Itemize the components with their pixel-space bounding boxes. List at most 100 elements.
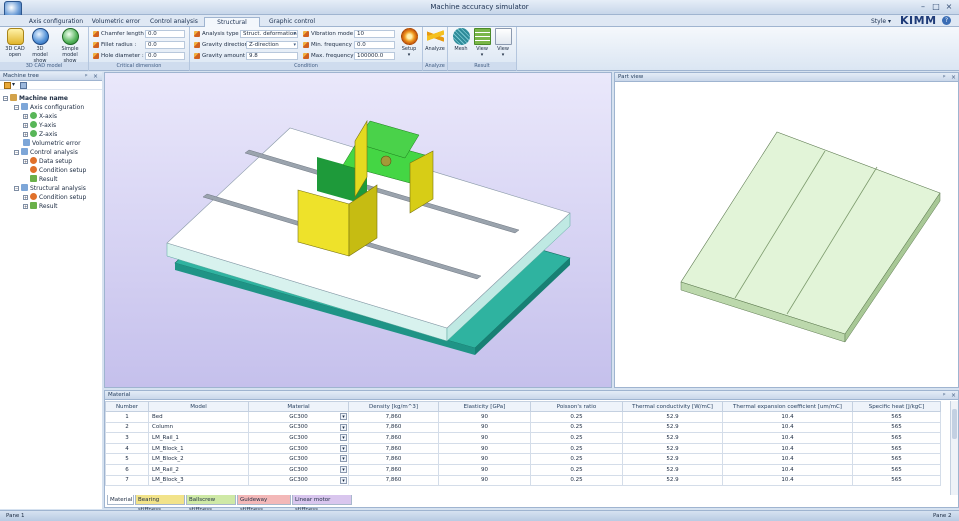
table-cell[interactable]: 52.9 <box>622 453 723 465</box>
expand-icon[interactable]: + <box>23 132 28 137</box>
fillet-radius-field[interactable]: Fillet radius : 0.0 <box>93 40 187 50</box>
tab-graphic-control[interactable]: Graphic control <box>266 17 318 27</box>
table-row[interactable]: 6 LM_Rail_2 GC300 ▾ 7,860 90 0.25 52.9 10.4 565 <box>105 463 941 476</box>
table-cell[interactable]: 5 <box>105 453 149 465</box>
table-cell[interactable]: 565 <box>852 474 941 487</box>
table-cell[interactable]: 0.25 <box>530 474 623 487</box>
table-cell[interactable]: LM_Block_1 <box>148 442 249 455</box>
model-show-button[interactable]: 3D model show <box>28 28 52 64</box>
minimize-icon[interactable]: – <box>918 2 928 12</box>
table-cell[interactable]: LM_Rail_2 <box>148 463 249 476</box>
material-grid[interactable]: Number Model Material Density [kg/m^3] Elast… <box>105 401 950 495</box>
tree-item-structural-condition-setup[interactable]: + Condition setup <box>23 193 86 202</box>
column-header[interactable]: Elasticity [GPa] <box>438 401 531 412</box>
scrollbar-thumb[interactable] <box>952 409 957 439</box>
analysis-type-select[interactable]: Struct. deformation ▾ <box>240 30 298 38</box>
expand-icon[interactable]: + <box>23 114 28 119</box>
tab-axis-configuration[interactable]: Axis configuration <box>28 17 84 27</box>
max-frequency-value[interactable]: 100000.0 <box>354 52 395 60</box>
column-header[interactable]: Density [kg/m^3] <box>348 401 439 412</box>
table-cell[interactable]: 7,860 <box>348 453 439 465</box>
chevron-down-icon[interactable]: ▾ <box>340 413 347 420</box>
table-cell[interactable]: 565 <box>852 432 941 444</box>
machine-model-render[interactable] <box>105 73 611 387</box>
table-row[interactable]: 3 LM_Rail_1 GC300 ▾ 7,860 90 0.25 52.9 10.4 565 <box>105 432 941 444</box>
pin-icon[interactable]: ᵖ <box>943 391 946 400</box>
sheet-tab[interactable]: Linear motor stiffness <box>292 495 352 513</box>
table-cell[interactable]: 6 <box>105 463 149 476</box>
fillet-value[interactable]: 0.0 <box>145 41 185 49</box>
table-cell[interactable]: 52.9 <box>622 463 723 476</box>
table-cell[interactable]: 52.9 <box>622 442 723 455</box>
tree-tool-icon[interactable] <box>4 82 11 89</box>
chevron-down-icon[interactable]: ▾ <box>340 455 347 463</box>
close-panel-icon[interactable]: × <box>951 391 956 400</box>
table-cell[interactable]: 7,860 <box>348 463 439 476</box>
table-scrollbar[interactable] <box>950 401 958 495</box>
table-cell[interactable]: 52.9 <box>622 421 723 434</box>
table-cell[interactable]: 90 <box>438 421 531 434</box>
column-header[interactable]: Model <box>148 401 249 412</box>
gravity-direction-select[interactable]: Z-direction ▾ <box>246 41 298 49</box>
table-cell[interactable]: 0.25 <box>530 463 623 476</box>
table-cell[interactable]: LM_Block_2 <box>148 453 249 465</box>
help-icon[interactable]: ? <box>942 16 951 25</box>
column-header[interactable]: Poisson's ratio <box>530 401 623 412</box>
table-cell[interactable]: 52.9 <box>622 411 723 423</box>
chamfer-value[interactable]: 0.0 <box>145 30 185 38</box>
table-cell[interactable]: GC300 ▾ <box>248 421 349 434</box>
table-cell[interactable]: 2 <box>105 421 149 434</box>
table-cell[interactable]: 10.4 <box>722 432 853 444</box>
tree-item-volumetric-error[interactable]: Volumetric error <box>23 139 81 148</box>
chevron-down-icon[interactable]: ▾ <box>340 444 347 452</box>
table-cell[interactable]: 90 <box>438 432 531 444</box>
table-cell[interactable]: 10.4 <box>722 474 853 487</box>
column-header[interactable]: Thermal expansion coefficient [um/mC] <box>722 401 853 412</box>
tree-item-result[interactable]: Result <box>30 175 58 184</box>
setup-button[interactable]: Setup ▾ <box>398 28 420 58</box>
expand-icon[interactable]: + <box>23 123 28 128</box>
tree-item-control-analysis[interactable]: − Control analysis <box>14 148 78 157</box>
simple-model-button[interactable]: Simple model show <box>57 28 83 64</box>
tree-refresh-icon[interactable] <box>20 82 27 89</box>
table-cell[interactable]: 90 <box>438 442 531 455</box>
table-cell[interactable]: 10.4 <box>722 442 853 455</box>
table-cell[interactable]: LM_Rail_1 <box>148 432 249 444</box>
table-cell[interactable]: 565 <box>852 411 941 423</box>
vibration-mode-field[interactable]: Vibration mode : 10 <box>303 29 395 39</box>
chevron-down-icon[interactable]: ▾ <box>340 465 347 473</box>
table-cell[interactable]: 4 <box>105 442 149 455</box>
table-cell[interactable]: 90 <box>438 453 531 465</box>
table-cell[interactable]: LM_Block_3 <box>148 474 249 487</box>
tree-item-x-axis[interactable]: + X-axis <box>23 112 57 121</box>
tree-item-data-setup[interactable]: + Data setup <box>23 157 72 166</box>
table-cell[interactable]: 10.4 <box>722 463 853 476</box>
table-cell[interactable]: 0.25 <box>530 453 623 465</box>
table-cell[interactable]: 565 <box>852 463 941 476</box>
gravity-direction-field[interactable]: Gravity direction : Z-direction ▾ <box>194 40 300 50</box>
collapse-icon[interactable]: − <box>14 105 19 110</box>
chamfer-length-field[interactable]: Chamfer length : 0.0 <box>93 29 187 39</box>
table-row[interactable]: 4 LM_Block_1 GC300 ▾ 7,860 90 0.25 52.9 10.4 565 <box>105 442 941 455</box>
gravity-amount-field[interactable]: Gravity amount : 9.8 <box>194 51 300 61</box>
expand-icon[interactable]: + <box>23 159 28 164</box>
table-cell[interactable]: 565 <box>852 453 941 465</box>
table-cell[interactable]: 7,860 <box>348 474 439 487</box>
table-cell[interactable]: GC300 ▾ <box>248 432 349 444</box>
gravity-amount-value[interactable]: 9.8 <box>246 52 298 60</box>
table-cell[interactable]: 7,860 <box>348 411 439 423</box>
column-header[interactable]: Specific heat [J/kgC] <box>852 401 941 412</box>
chevron-down-icon[interactable]: ▾ <box>340 423 347 431</box>
pin-icon[interactable]: ᵖ <box>85 72 88 81</box>
view-grid-button[interactable]: View ▾ <box>472 28 492 58</box>
style-menu[interactable]: Style ▾ <box>870 17 892 27</box>
table-cell[interactable]: GC300 ▾ <box>248 442 349 455</box>
column-header[interactable]: Thermal conductivity [W/mC] <box>622 401 723 412</box>
table-cell[interactable]: 52.9 <box>622 432 723 444</box>
close-panel-icon[interactable]: × <box>951 73 956 82</box>
table-row[interactable]: 2 Column GC300 ▾ 7,860 90 0.25 52.9 10.4 565 <box>105 421 941 434</box>
table-cell[interactable]: 90 <box>438 463 531 476</box>
view-doc-button[interactable]: View ▾ <box>493 28 513 58</box>
tree-item-condition-setup[interactable]: Condition setup <box>30 166 86 175</box>
vibration-mode-value[interactable]: 10 <box>354 30 395 38</box>
